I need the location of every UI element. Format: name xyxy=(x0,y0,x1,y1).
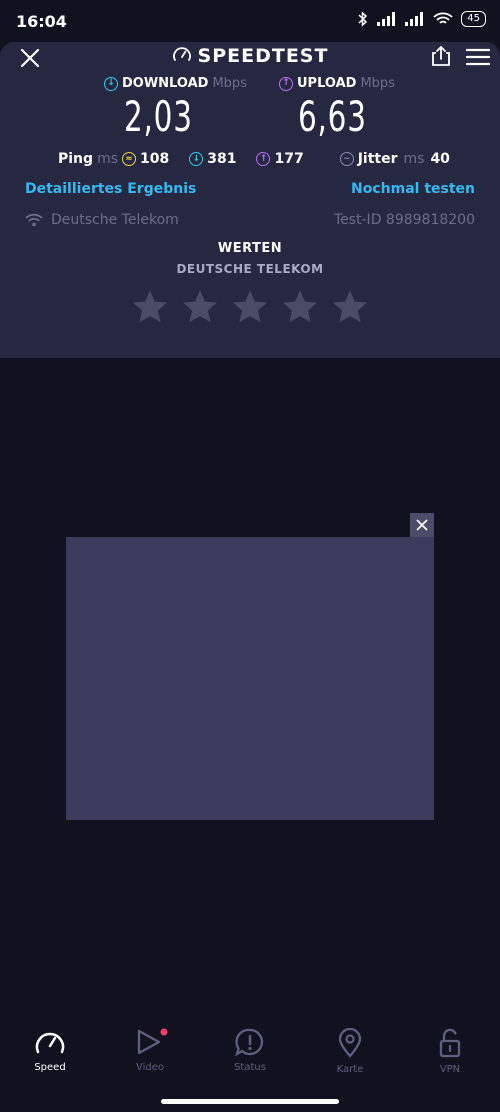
app-title-text: SPEEDTEST xyxy=(197,45,329,67)
alert-bubble-icon xyxy=(235,1028,264,1056)
rating-stars xyxy=(0,288,500,326)
rating-subtitle: DEUTSCHE TELEKOM xyxy=(176,262,324,276)
nav-video-label: Video xyxy=(135,1062,165,1073)
jitter-unit: ms xyxy=(403,151,425,167)
status-icons: 45 xyxy=(357,11,486,27)
star-icon[interactable] xyxy=(131,288,169,326)
nav-vpn-label: VPN xyxy=(439,1064,461,1075)
share-icon[interactable] xyxy=(430,45,452,67)
unlock-icon xyxy=(439,1028,461,1058)
ad-banner[interactable] xyxy=(66,537,434,820)
menu-icon[interactable] xyxy=(466,48,490,66)
test-again-link[interactable]: Nochmal testen xyxy=(351,181,475,197)
download-unit: Mbps xyxy=(212,76,247,91)
upload-arrow-icon: ↑ xyxy=(279,76,293,91)
notification-dot xyxy=(160,1028,168,1036)
status-time: 16:04 xyxy=(16,12,67,31)
jitter-label: Jitter xyxy=(357,151,398,167)
download-value: 2,03 xyxy=(124,92,193,141)
download-label: ↓ DOWNLOAD Mbps xyxy=(104,76,247,91)
ping-idle: ≈ 108 xyxy=(122,151,169,167)
signal-icon-2 xyxy=(405,12,424,26)
speedometer-icon xyxy=(172,47,191,61)
nav-speed-label: Speed xyxy=(34,1062,66,1073)
download-arrow-icon: ↓ xyxy=(104,76,118,91)
close-icon xyxy=(416,519,428,531)
isp-name: Deutsche Telekom xyxy=(51,212,179,228)
upload-label: ↑ UPLOAD Mbps xyxy=(279,76,395,91)
star-icon[interactable] xyxy=(331,288,369,326)
jitter-value: 40 xyxy=(430,151,450,167)
detailed-result-link[interactable]: Detailliertes Ergebnis xyxy=(25,181,196,197)
map-pin-icon xyxy=(338,1028,362,1058)
jitter: ~ Jitter ms 40 xyxy=(339,151,450,167)
wifi-icon xyxy=(433,12,453,24)
ping-idle-value: 108 xyxy=(140,151,170,167)
links-row: Detailliertes Ergebnis Nochmal testen xyxy=(25,181,475,197)
wifi-icon xyxy=(25,213,43,227)
play-icon xyxy=(137,1028,168,1055)
nav-map[interactable]: Karte xyxy=(300,1028,400,1088)
home-indicator xyxy=(161,1099,339,1104)
nav-speed[interactable]: Speed xyxy=(0,1028,100,1088)
battery-indicator: 45 xyxy=(461,11,486,27)
rating-title: WERTEN xyxy=(217,241,283,256)
upload-value: 6,63 xyxy=(298,92,367,141)
ping-label: Ping xyxy=(58,151,94,167)
download-title: DOWNLOAD xyxy=(122,76,209,91)
star-icon[interactable] xyxy=(231,288,269,326)
ping-download: ↓ 381 xyxy=(189,151,236,167)
idle-ping-icon: ≈ xyxy=(122,152,136,166)
ping-download-value: 381 xyxy=(207,151,237,167)
speedometer-icon xyxy=(35,1032,65,1054)
download-ping-icon: ↓ xyxy=(189,152,204,166)
star-icon[interactable] xyxy=(181,288,219,326)
isp-info: Deutsche Telekom xyxy=(25,212,179,228)
ping-upload: ↑ 177 xyxy=(256,151,304,167)
ping-row: Ping ms ≈ 108 ↓ 381 ↑ 177 ~ Jitter ms 40 xyxy=(58,151,478,167)
isp-row: Deutsche Telekom Test-ID 8989818200 xyxy=(25,212,475,228)
test-id: Test-ID 8989818200 xyxy=(333,212,475,228)
upload-ping-icon: ↑ xyxy=(256,152,271,166)
ad-close-button[interactable] xyxy=(410,513,434,537)
ping-unit: ms xyxy=(97,151,118,167)
upload-title: UPLOAD xyxy=(297,76,357,91)
bottom-nav: Speed Video Status Karte VPN xyxy=(0,1028,500,1088)
jitter-icon: ~ xyxy=(339,152,354,166)
upload-unit: Mbps xyxy=(360,76,395,91)
nav-vpn[interactable]: VPN xyxy=(400,1028,500,1088)
app-title: SPEEDTEST xyxy=(0,45,500,67)
ping-upload-value: 177 xyxy=(274,151,304,167)
nav-status[interactable]: Status xyxy=(200,1028,300,1088)
star-icon[interactable] xyxy=(281,288,319,326)
status-bar: 16:04 45 xyxy=(0,0,500,42)
nav-video[interactable]: Video xyxy=(100,1028,200,1088)
bluetooth-icon xyxy=(358,11,368,27)
signal-icon xyxy=(377,12,396,26)
nav-map-label: Karte xyxy=(336,1064,364,1075)
nav-status-label: Status xyxy=(234,1062,266,1073)
